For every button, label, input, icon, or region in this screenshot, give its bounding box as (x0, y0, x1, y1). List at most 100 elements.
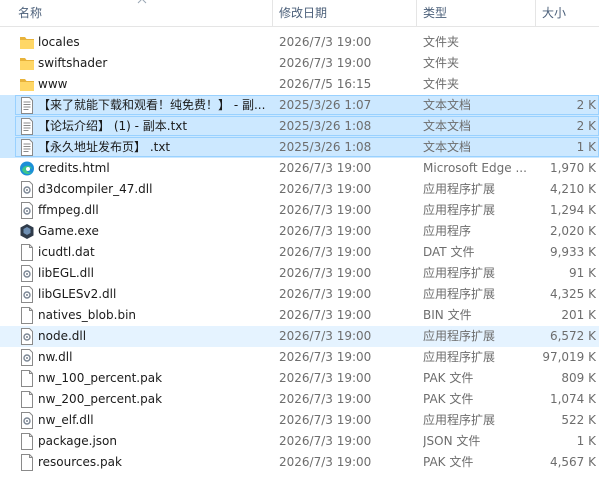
file-date: 2026/7/3 19:00 (279, 371, 372, 385)
column-name[interactable]: 名称 (12, 0, 272, 26)
file-name: nw.dll (38, 350, 73, 364)
file-size: 1,970 K (549, 161, 596, 175)
file-size: 522 K (561, 413, 596, 427)
file-row[interactable]: Game.exe 2026/7/3 19:00 应用程序 2,020 K (0, 221, 599, 242)
file-type: 应用程序扩展 (423, 182, 496, 196)
file-date: 2026/7/3 19:00 (279, 203, 372, 217)
file-size: 9,933 K (549, 245, 596, 259)
file-type: BIN 文件 (423, 308, 472, 322)
file-row[interactable]: d3dcompiler_47.dll 2026/7/3 19:00 应用程序扩展 4,… (0, 179, 599, 200)
file-type: PAK 文件 (423, 371, 474, 385)
folder-icon (19, 55, 35, 72)
file-size: 2 K (576, 98, 596, 112)
blank-file-icon (19, 391, 35, 408)
blank-file-icon (19, 307, 35, 324)
file-date: 2026/7/3 19:00 (279, 434, 372, 448)
file-size (536, 53, 596, 74)
file-name: credits.html (38, 161, 110, 175)
file-date: 2025/3/26 1:08 (279, 140, 372, 154)
file-row[interactable]: icudtl.dat 2026/7/3 19:00 DAT 文件 9,933 K (0, 242, 599, 263)
blank-file-icon (19, 433, 35, 450)
file-name: natives_blob.bin (38, 308, 137, 322)
text-file-icon (19, 118, 35, 135)
folder-icon (19, 34, 35, 51)
file-date: 2026/7/3 19:00 (279, 287, 372, 301)
file-type: 应用程序扩展 (423, 350, 496, 364)
file-type: 应用程序扩展 (423, 413, 496, 427)
file-size: 4,567 K (549, 455, 596, 469)
file-type: PAK 文件 (423, 455, 474, 469)
game-exe-icon (19, 223, 35, 240)
column-type[interactable]: 类型 (417, 0, 535, 26)
file-date: 2026/7/3 19:00 (279, 245, 372, 259)
file-type: 应用程序扩展 (423, 203, 496, 217)
file-row[interactable]: swiftshader 2026/7/3 19:00 文件夹 (0, 53, 599, 74)
file-name: node.dll (38, 329, 87, 343)
file-date: 2026/7/3 19:00 (279, 161, 372, 175)
file-row[interactable]: libEGL.dll 2026/7/3 19:00 应用程序扩展 91 K (0, 263, 599, 284)
edge-icon (19, 160, 35, 177)
file-type: DAT 文件 (423, 245, 475, 259)
file-date: 2026/7/3 19:00 (279, 455, 372, 469)
dll-file-icon (19, 202, 35, 219)
file-row[interactable]: package.json 2026/7/3 19:00 JSON 文件 1 K (0, 431, 599, 452)
file-size (536, 32, 596, 53)
folder-icon (19, 76, 35, 93)
file-name: 【来了就能下载和观看！纯免费！】 - 副... (38, 98, 266, 112)
file-date: 2025/3/26 1:08 (279, 119, 372, 133)
file-row[interactable]: ffmpeg.dll 2026/7/3 19:00 应用程序扩展 1,294 K (0, 200, 599, 221)
file-size: 4,325 K (549, 287, 596, 301)
blank-file-icon (19, 370, 35, 387)
file-date: 2026/7/3 19:00 (279, 56, 372, 70)
file-date: 2026/7/3 19:00 (279, 308, 372, 322)
dll-file-icon (19, 328, 35, 345)
file-row[interactable]: 【来了就能下载和观看！纯免费！】 - 副... 2025/3/26 1:07 文本文… (0, 95, 599, 116)
file-row[interactable]: locales 2026/7/3 19:00 文件夹 (0, 32, 599, 53)
file-date: 2026/7/3 19:00 (279, 182, 372, 196)
file-row[interactable]: node.dll 2026/7/3 19:00 应用程序扩展 6,572 K (0, 326, 599, 347)
file-row[interactable]: nw.dll 2026/7/3 19:00 应用程序扩展 97,019 K (0, 347, 599, 368)
file-date: 2026/7/3 19:00 (279, 35, 372, 49)
dll-file-icon (19, 349, 35, 366)
file-type: 应用程序 (423, 224, 472, 238)
file-type: JSON 文件 (423, 434, 481, 448)
file-name: locales (38, 35, 80, 49)
file-row[interactable]: 【论坛介绍】 (1) - 副本.txt 2025/3/26 1:08 文本文档 2 K (0, 116, 599, 137)
text-file-icon (19, 139, 35, 156)
column-size[interactable]: 大小 (536, 0, 599, 26)
file-type: 应用程序扩展 (423, 329, 496, 343)
file-type: 文本文档 (423, 140, 472, 154)
file-row[interactable]: nw_200_percent.pak 2026/7/3 19:00 PAK 文件 1,… (0, 389, 599, 410)
file-date: 2026/7/3 19:00 (279, 224, 372, 238)
column-date[interactable]: 修改日期 (273, 0, 416, 26)
dll-file-icon (19, 286, 35, 303)
file-row[interactable]: nw_100_percent.pak 2026/7/3 19:00 PAK 文件 80… (0, 368, 599, 389)
file-name: d3dcompiler_47.dll (38, 182, 153, 196)
file-type: 文件夹 (423, 56, 460, 70)
file-list: locales 2026/7/3 19:00 文件夹 swiftshader 2026/… (0, 32, 599, 473)
file-row[interactable]: nw_elf.dll 2026/7/3 19:00 应用程序扩展 522 K (0, 410, 599, 431)
file-row[interactable]: www 2026/7/5 16:15 文件夹 (0, 74, 599, 95)
file-row[interactable]: natives_blob.bin 2026/7/3 19:00 BIN 文件 201 … (0, 305, 599, 326)
file-type: PAK 文件 (423, 392, 474, 406)
blank-file-icon (19, 244, 35, 261)
file-date: 2026/7/3 19:00 (279, 350, 372, 364)
file-name: 【永久地址发布页】 .txt (38, 140, 171, 154)
file-row[interactable]: resources.pak 2026/7/3 19:00 PAK 文件 4,567 K (0, 452, 599, 473)
file-name: Game.exe (38, 224, 99, 238)
file-date: 2026/7/3 19:00 (279, 266, 372, 280)
blank-file-icon (19, 454, 35, 471)
file-name: nw_elf.dll (38, 413, 94, 427)
file-row[interactable]: 【永久地址发布页】 .txt 2025/3/26 1:08 文本文档 1 K (0, 137, 599, 158)
file-size: 4,210 K (549, 182, 596, 196)
file-type: 文件夹 (423, 77, 460, 91)
file-name: ffmpeg.dll (38, 203, 99, 217)
file-date: 2026/7/5 16:15 (279, 77, 372, 91)
file-name: www (38, 77, 68, 91)
file-row[interactable]: credits.html 2026/7/3 19:00 Microsoft Edge… (0, 158, 599, 179)
file-size: 6,572 K (549, 329, 596, 343)
file-name: 【论坛介绍】 (1) - 副本.txt (38, 119, 188, 133)
file-size: 809 K (561, 371, 596, 385)
file-row[interactable]: libGLESv2.dll 2026/7/3 19:00 应用程序扩展 4,325 K (0, 284, 599, 305)
file-size: 1 K (576, 140, 596, 154)
